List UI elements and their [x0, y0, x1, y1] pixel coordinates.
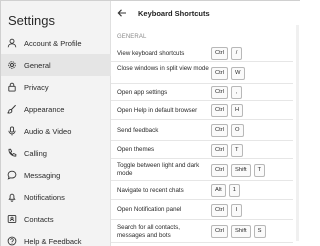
shortcut-row: Open Notification panel Ctrl I	[111, 200, 293, 220]
user-icon	[7, 38, 17, 48]
shortcut-keys: Ctrl /	[211, 47, 245, 60]
key-cap: H	[231, 104, 244, 117]
main-header: Keyboard Shortcuts	[111, 1, 301, 25]
sidebar: Settings Account & Profile General Privacy…	[1, 1, 111, 246]
shortcut-row: Search for all contacts, messages and bo…	[111, 220, 293, 243]
key-cap: T	[231, 144, 243, 157]
key-cap: Ctrl	[211, 225, 229, 238]
key-cap: Ctrl	[211, 47, 229, 60]
shortcut-keys: Ctrl Shift T	[211, 164, 268, 177]
key-cap: W	[231, 67, 245, 80]
sidebar-item-messaging[interactable]: Messaging	[1, 164, 111, 186]
sidebar-item-label: Appearance	[24, 104, 65, 114]
shortcut-description: Navigate to recent chats	[117, 187, 184, 194]
shortcut-description: Open themes	[117, 146, 155, 153]
sidebar-item-label: Account & Profile	[24, 38, 82, 48]
shortcut-keys: Ctrl Shift S	[211, 225, 269, 238]
sidebar-item-label: Contacts	[24, 214, 54, 224]
key-cap: O	[231, 124, 244, 137]
sidebar-item-label: Help & Feedback	[24, 236, 82, 246]
shortcut-description: View keyboard shortcuts	[117, 50, 185, 57]
shortcut-keys: Ctrl W	[211, 67, 248, 80]
key-cap: Ctrl	[211, 204, 229, 217]
sidebar-item-account-profile[interactable]: Account & Profile	[1, 32, 111, 54]
sidebar-item-label: Privacy	[24, 82, 49, 92]
scrollbar[interactable]	[296, 25, 299, 241]
sidebar-item-label: General	[24, 60, 51, 70]
sidebar-nav: Account & Profile General Privacy Appearanc…	[1, 32, 111, 246]
sidebar-item-label: Audio & Video	[24, 126, 72, 136]
shortcut-description: Search for all contacts, messages and bo…	[117, 224, 180, 239]
mic-icon	[7, 126, 17, 136]
key-cap: Ctrl	[211, 67, 229, 80]
chat-icon	[7, 170, 17, 180]
sidebar-item-calling[interactable]: Calling	[1, 142, 111, 164]
shortcut-row: Open themes Ctrl T	[111, 141, 293, 159]
shortcut-description: Open app settings	[117, 89, 168, 96]
sidebar-item-privacy[interactable]: Privacy	[1, 76, 111, 98]
shortcut-keys: Ctrl H	[211, 104, 246, 117]
shortcut-row: View keyboard shortcuts Ctrl /	[111, 45, 293, 62]
key-cap: ,	[231, 86, 243, 99]
shortcut-description: Close windows in split view mode	[117, 65, 209, 72]
shortcut-list: View keyboard shortcuts Ctrl / Close window…	[111, 45, 293, 243]
key-cap: I	[231, 204, 243, 217]
key-cap: Ctrl	[211, 86, 229, 99]
shortcut-description: Toggle between light and dark mode	[117, 162, 200, 177]
shortcut-keys: Alt 1	[211, 184, 243, 197]
shortcut-keys: Ctrl T	[211, 144, 246, 157]
sidebar-item-help-feedback[interactable]: Help & Feedback	[1, 230, 111, 246]
shortcut-keys: Ctrl O	[211, 124, 247, 137]
shortcut-description: Open Help in default browser	[117, 107, 198, 114]
shortcut-row: Navigate to recent chats Alt 1	[111, 181, 293, 200]
settings-window: Settings Account & Profile General Privacy…	[0, 0, 301, 246]
shortcut-keys: Ctrl I	[211, 204, 245, 217]
help-icon	[7, 236, 17, 246]
shortcut-row: Send feedback Ctrl O	[111, 120, 293, 141]
shortcut-description: Open Notification panel	[117, 206, 182, 213]
key-cap: Shift	[231, 164, 251, 177]
shortcut-row: Close windows in split view mode Ctrl W	[111, 62, 293, 84]
key-cap: Ctrl	[211, 124, 229, 137]
shortcut-description: Send feedback	[117, 127, 159, 134]
key-cap: Ctrl	[211, 164, 229, 177]
section-label: GENERAL	[117, 34, 147, 40]
key-cap: 1	[228, 184, 240, 197]
key-cap: Ctrl	[211, 144, 229, 157]
key-cap: T	[253, 164, 266, 177]
shortcut-row: Open Help in default browser Ctrl H	[111, 101, 293, 120]
lock-icon	[7, 82, 17, 92]
key-cap: Ctrl	[211, 104, 229, 117]
back-arrow-icon[interactable]	[117, 8, 127, 18]
contact-card-icon	[7, 214, 17, 224]
phone-icon	[7, 148, 17, 158]
shortcut-row: Open app settings Ctrl,	[111, 84, 293, 101]
key-cap: Shift	[231, 225, 251, 238]
sidebar-item-label: Notifications	[24, 192, 65, 202]
brush-icon	[7, 104, 17, 114]
sidebar-title: Settings	[8, 13, 55, 28]
sidebar-item-label: Calling	[24, 148, 47, 158]
sidebar-item-notifications[interactable]: Notifications	[1, 186, 111, 208]
sidebar-item-label: Messaging	[24, 170, 61, 180]
sidebar-item-appearance[interactable]: Appearance	[1, 98, 111, 120]
key-cap: S	[253, 225, 266, 238]
page-title: Keyboard Shortcuts	[138, 9, 210, 18]
sidebar-item-audio-video[interactable]: Audio & Video	[1, 120, 111, 142]
shortcut-row: Toggle between light and dark mode Ctrl Sh…	[111, 159, 293, 181]
bell-icon	[7, 192, 17, 202]
sidebar-item-general[interactable]: General	[1, 54, 111, 76]
gear-icon	[7, 60, 17, 70]
sidebar-item-contacts[interactable]: Contacts	[1, 208, 111, 230]
key-cap: /	[231, 47, 243, 60]
key-cap: Alt	[211, 184, 226, 197]
main-panel: Keyboard Shortcuts GENERAL View keyboard…	[111, 1, 301, 246]
shortcut-keys: Ctrl,	[211, 86, 245, 99]
